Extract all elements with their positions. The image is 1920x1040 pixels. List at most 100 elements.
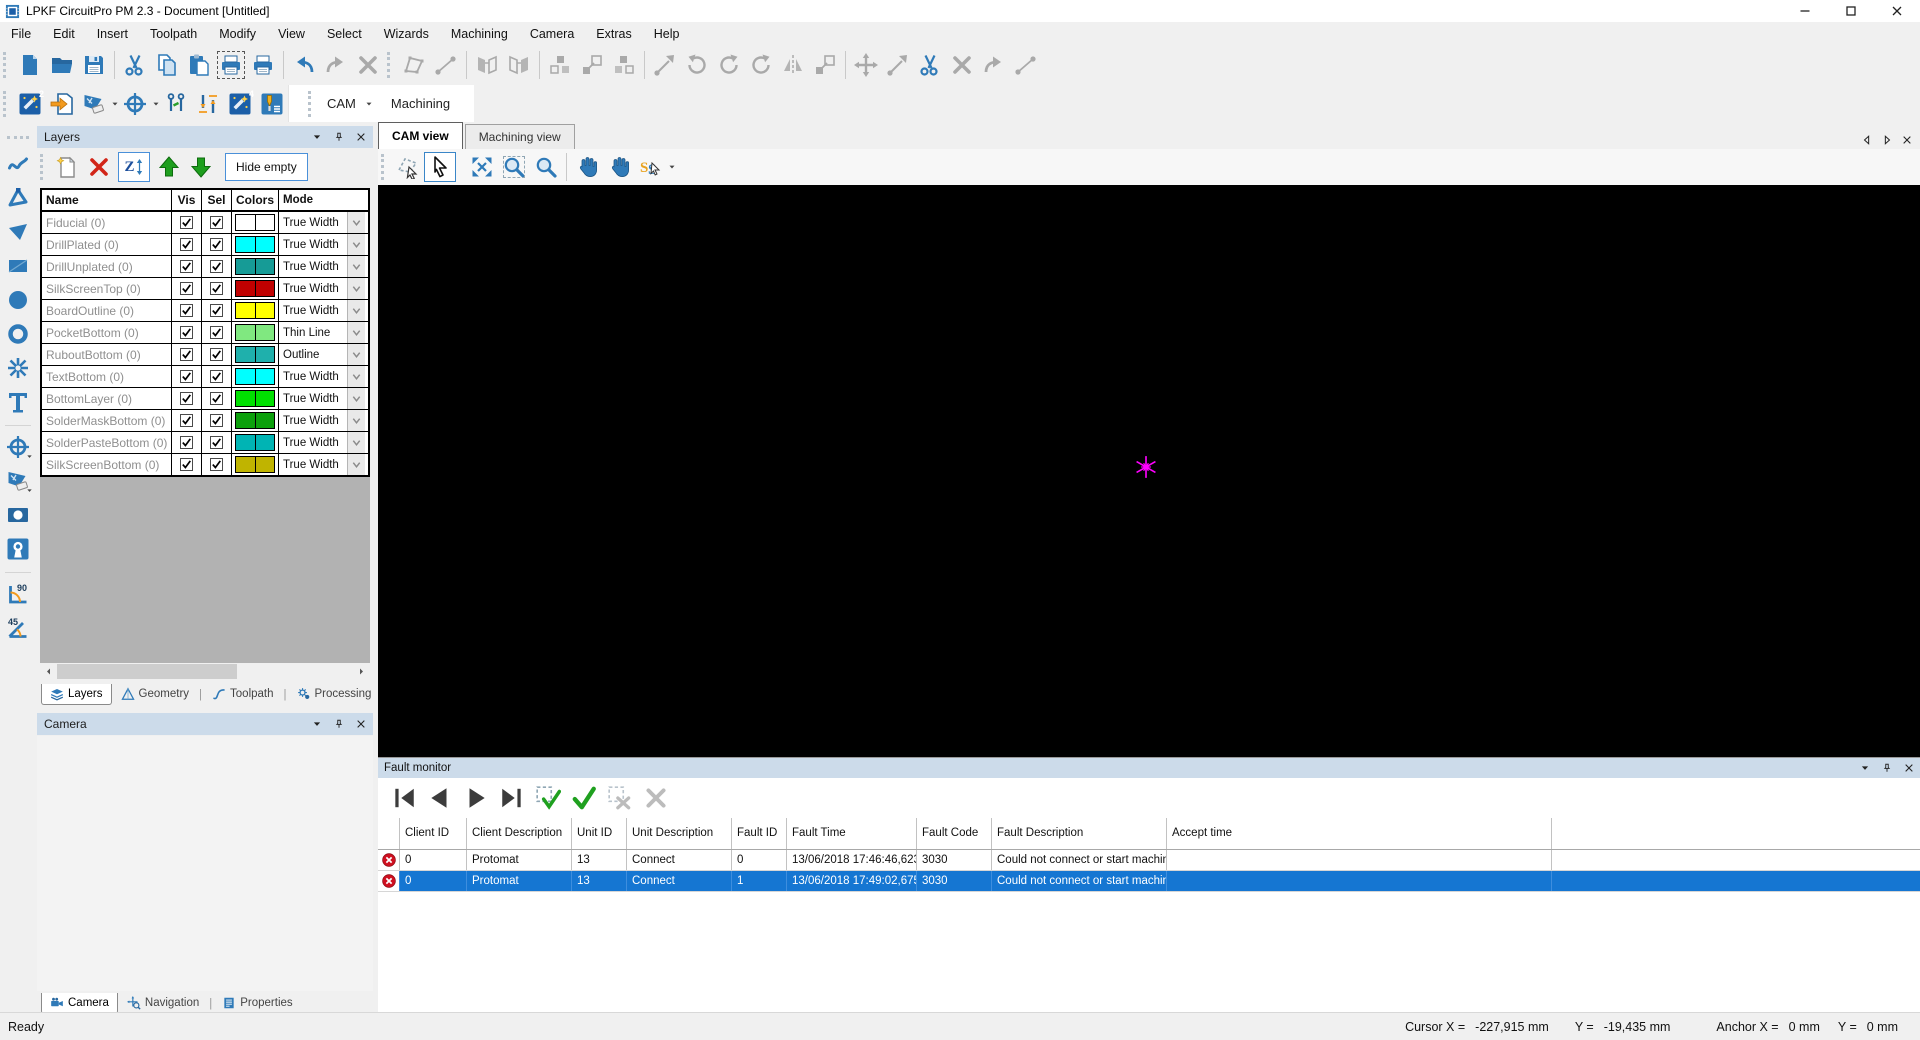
layer-color-swatch[interactable] xyxy=(232,410,279,431)
tab-scroll-right-icon[interactable] xyxy=(1882,135,1892,145)
layer-mode[interactable]: Outline xyxy=(279,344,347,365)
toolbar-grip[interactable] xyxy=(7,136,29,139)
maximize-button[interactable] xyxy=(1828,0,1874,22)
sel-checkbox[interactable] xyxy=(202,388,232,409)
pan-zoom-button[interactable] xyxy=(603,152,635,182)
vis-checkbox[interactable] xyxy=(172,234,202,255)
layer-row[interactable]: RuboutBottom (0)Outline xyxy=(42,344,368,366)
sel-checkbox[interactable] xyxy=(202,234,232,255)
rotate-free-button[interactable] xyxy=(649,49,681,81)
group-button[interactable] xyxy=(576,49,608,81)
mode-dropdown[interactable] xyxy=(347,212,365,233)
col-client-description[interactable]: Client Description xyxy=(467,818,572,849)
origin-dropdown-icon[interactable] xyxy=(152,100,160,108)
col-unit-id[interactable]: Unit ID xyxy=(572,818,627,849)
menu-toolpath[interactable]: Toolpath xyxy=(139,22,208,45)
layer-color-swatch[interactable] xyxy=(232,322,279,343)
rotate-ccw-button[interactable] xyxy=(681,49,713,81)
col-client-id[interactable]: Client ID xyxy=(400,818,467,849)
ungroup-button[interactable] xyxy=(608,49,640,81)
layer-row[interactable]: DrillPlated (0)True Width xyxy=(42,234,368,256)
layer-row[interactable]: SolderMaskBottom (0)True Width xyxy=(42,410,368,432)
mode-dropdown[interactable] xyxy=(347,278,365,299)
delete-button[interactable] xyxy=(352,49,384,81)
vis-checkbox[interactable] xyxy=(172,212,202,233)
layer-row[interactable]: SolderPasteBottom (0)True Width xyxy=(42,432,368,454)
fault-monitor-header[interactable]: Fault monitor xyxy=(378,758,1920,778)
move-button[interactable] xyxy=(850,49,882,81)
go-first-button[interactable] xyxy=(386,782,422,814)
menu-wizards[interactable]: Wizards xyxy=(373,22,440,45)
zoom-selection-button[interactable] xyxy=(498,152,530,182)
sel-checkbox[interactable] xyxy=(202,300,232,321)
column-name[interactable]: Name xyxy=(42,190,172,210)
rubout-area-button[interactable] xyxy=(3,466,33,496)
layer-color-swatch[interactable] xyxy=(232,234,279,255)
close-icon[interactable] xyxy=(1904,763,1914,773)
layer-row[interactable]: SilkScreenBottom (0)True Width xyxy=(42,454,368,475)
hide-empty-button[interactable]: Hide empty xyxy=(225,153,308,181)
menu-file[interactable]: File xyxy=(0,22,42,45)
flash-button[interactable] xyxy=(3,353,33,383)
menu-modify[interactable]: Modify xyxy=(208,22,267,45)
column-mode[interactable]: Mode xyxy=(279,190,347,210)
close-icon[interactable] xyxy=(356,132,366,142)
cam-view-canvas[interactable] xyxy=(378,185,1920,757)
cam-mode-select[interactable]: CAM xyxy=(319,96,364,111)
pad-button[interactable] xyxy=(3,500,33,530)
camera-panel-header[interactable]: Camera xyxy=(37,713,373,735)
menu-edit[interactable]: Edit xyxy=(42,22,86,45)
milling-library-button[interactable] xyxy=(256,88,288,120)
toolbar-grip[interactable] xyxy=(3,52,10,78)
mode-dropdown[interactable] xyxy=(347,322,365,343)
menu-insert[interactable]: Insert xyxy=(86,22,139,45)
minimize-button[interactable] xyxy=(1782,0,1828,22)
column-colors[interactable]: Colors xyxy=(232,190,279,210)
column-sel[interactable]: Sel xyxy=(202,190,232,210)
mode-dropdown[interactable] xyxy=(347,344,365,365)
pin-icon[interactable] xyxy=(334,719,344,729)
chevron-down-icon[interactable] xyxy=(1860,763,1870,773)
angle-45-button[interactable] xyxy=(3,613,33,643)
lasso-select-button[interactable] xyxy=(392,152,424,182)
layer-color-swatch[interactable] xyxy=(232,454,279,475)
mode-dropdown[interactable] xyxy=(347,256,365,277)
toolbar-grip[interactable] xyxy=(40,154,47,180)
sel-checkbox[interactable] xyxy=(202,278,232,299)
toolbar-grip[interactable] xyxy=(3,91,10,117)
select-button[interactable] xyxy=(424,152,456,182)
rectangle-button[interactable] xyxy=(3,251,33,281)
import-button[interactable] xyxy=(46,88,78,120)
remove-selected-button[interactable] xyxy=(602,782,638,814)
vis-checkbox[interactable] xyxy=(172,256,202,277)
mode-dropdown[interactable] xyxy=(347,388,365,409)
delete-layer-button[interactable] xyxy=(83,151,115,183)
tab-navigation[interactable]: Navigation xyxy=(118,993,208,1014)
toolbar-grip[interactable] xyxy=(308,91,315,117)
menu-camera[interactable]: Camera xyxy=(519,22,585,45)
accept-selected-button[interactable] xyxy=(530,782,566,814)
scrollbar-thumb[interactable] xyxy=(57,664,237,679)
col-unit-description[interactable]: Unit Description xyxy=(627,818,732,849)
draw-polygon-button[interactable] xyxy=(398,49,430,81)
redline-sketch-button[interactable] xyxy=(635,152,667,182)
arc-segment-button[interactable] xyxy=(978,49,1010,81)
circle-button[interactable] xyxy=(3,285,33,315)
tab-properties[interactable]: Properties xyxy=(213,993,301,1014)
layer-mode[interactable]: True Width xyxy=(279,432,347,453)
layer-color-swatch[interactable] xyxy=(232,432,279,453)
layer-row[interactable]: Fiducial (0)True Width xyxy=(42,212,368,234)
open-button[interactable] xyxy=(46,49,78,81)
cut-button[interactable] xyxy=(119,49,151,81)
move-layer-down-button[interactable] xyxy=(185,151,217,183)
menu-help[interactable]: Help xyxy=(643,22,691,45)
close-button[interactable] xyxy=(1874,0,1920,22)
sel-checkbox[interactable] xyxy=(202,344,232,365)
z-order-button[interactable]: Z xyxy=(118,152,150,182)
move-vector-button[interactable] xyxy=(882,49,914,81)
cam-mode-dropdown-icon[interactable] xyxy=(365,100,373,108)
vis-checkbox[interactable] xyxy=(172,278,202,299)
tab-toolpath[interactable]: Toolpath xyxy=(203,684,282,705)
tab-machining-view[interactable]: Machining view xyxy=(465,124,575,149)
measure-button[interactable] xyxy=(430,49,462,81)
